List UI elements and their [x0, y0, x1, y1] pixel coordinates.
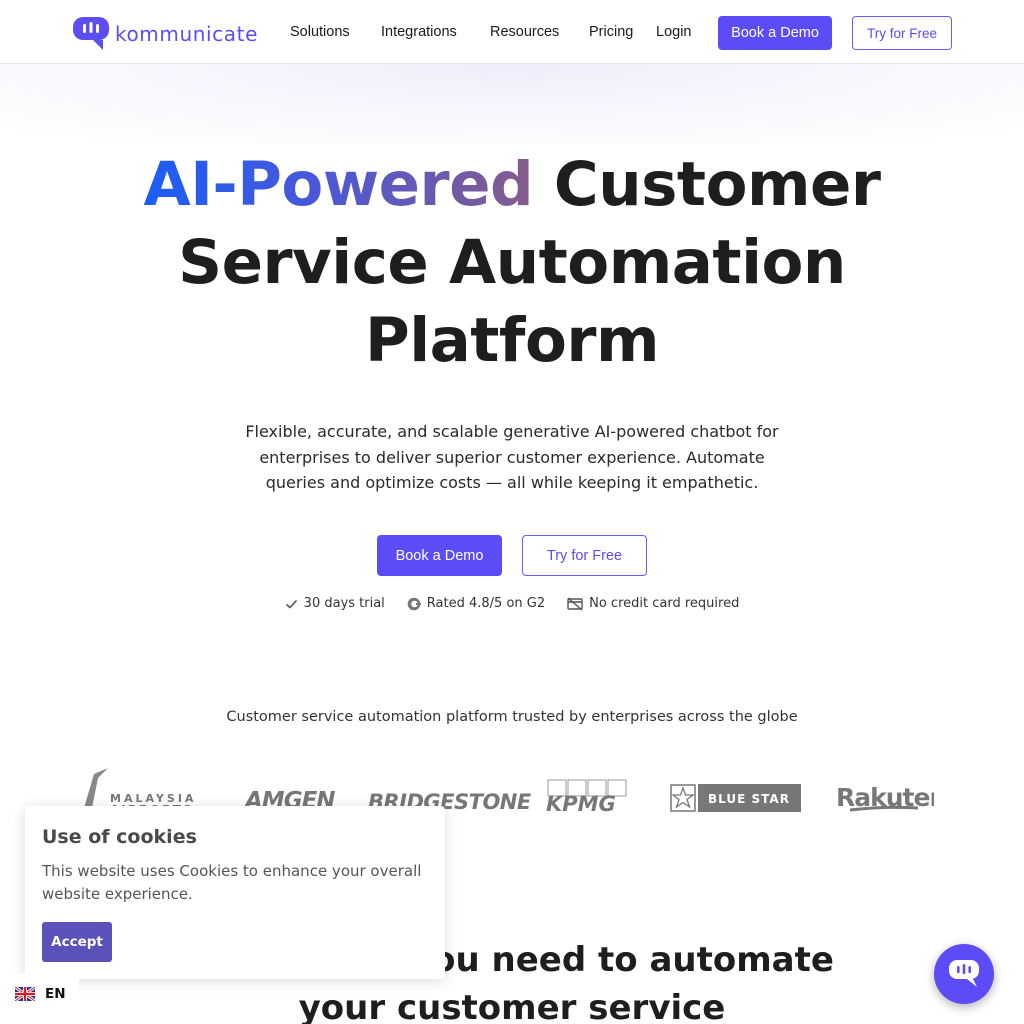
- hero-book-demo-button[interactable]: Book a Demo: [377, 535, 502, 576]
- nav-pricing[interactable]: Pricing: [589, 24, 633, 40]
- blue-star-text: BLUE STAR: [708, 792, 790, 806]
- cookie-text: This website uses Cookies to enhance you…: [42, 862, 422, 903]
- nav-solutions[interactable]: Solutions: [290, 24, 350, 40]
- logo-rakuten: Rakuten: [836, 780, 947, 821]
- nav-book-demo-button[interactable]: Book a Demo: [718, 16, 832, 50]
- top-nav: kommunicate Solutions Integrations Resou…: [0, 0, 1024, 64]
- chat-bubble-logo-icon: [73, 17, 109, 50]
- perk-text: No credit card required: [589, 596, 740, 611]
- uk-flag-icon: [15, 987, 35, 1001]
- perk-g2: Rated 4.8/5 on G2: [407, 596, 545, 611]
- headline-line3: Platform: [364, 305, 660, 376]
- hero-headline: AI-Powered Customer Service Automation P…: [0, 146, 1024, 380]
- trusted-by-text: Customer service automation platform tru…: [226, 709, 798, 725]
- headline-line1-rest: Customer: [553, 149, 881, 220]
- kommunicate-logo[interactable]: kommunicate: [73, 17, 258, 50]
- cookie-accept-button[interactable]: Accept: [42, 922, 112, 962]
- nav-login[interactable]: Login: [656, 24, 691, 40]
- logo-text: kommunicate: [115, 21, 258, 46]
- cookie-title: Use of cookies: [42, 826, 197, 848]
- hero-background: [0, 64, 1024, 144]
- section-heading-line2: your customer service: [298, 988, 726, 1024]
- g2-icon: [407, 597, 421, 610]
- perk-text: 30 days trial: [303, 596, 385, 611]
- hero-perks: 30 days trial Rated 4.8/5 on G2 No credi…: [0, 596, 1024, 611]
- svg-text:KPMG: KPMG: [546, 792, 616, 814]
- headline-gradient-text: AI-Powered: [143, 149, 534, 220]
- nav-try-free-button[interactable]: Try for Free: [852, 16, 952, 50]
- hero-try-free-button[interactable]: Try for Free: [522, 535, 647, 576]
- chat-bubble-icon: [949, 960, 979, 987]
- nav-resources[interactable]: Resources: [490, 24, 559, 40]
- perk-text: Rated 4.8/5 on G2: [426, 596, 546, 611]
- logo-kpmg: KPMG: [546, 778, 630, 819]
- check-icon: [285, 599, 297, 609]
- language-code: EN: [45, 986, 66, 1002]
- cookie-banner: Use of cookies This website uses Cookies…: [25, 806, 445, 979]
- nav-integrations[interactable]: Integrations: [381, 24, 457, 40]
- perk-trial: 30 days trial: [285, 596, 385, 611]
- language-switcher[interactable]: EN: [0, 974, 79, 1014]
- chat-widget-button[interactable]: [934, 944, 994, 1004]
- no-credit-card-icon: [567, 596, 583, 611]
- perk-no-card: No credit card required: [567, 596, 739, 611]
- logo-blue-star: BLUE STAR: [670, 784, 801, 817]
- headline-line2: Service Automation: [178, 227, 846, 298]
- hero-subtitle: Flexible, accurate, and scalable generat…: [245, 422, 779, 492]
